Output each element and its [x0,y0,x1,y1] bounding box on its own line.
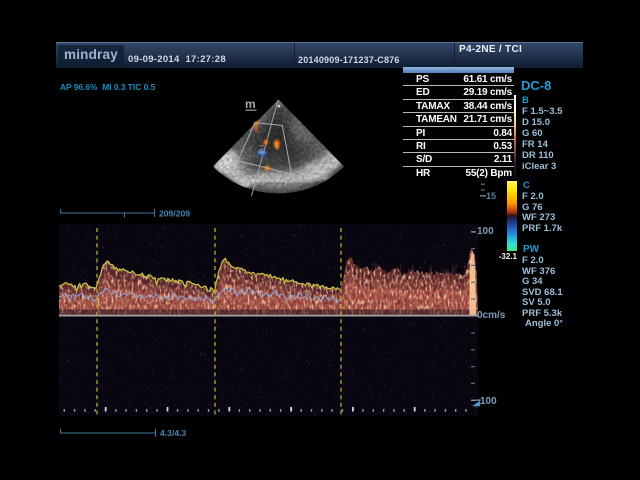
svg-text:m: m [245,97,256,111]
svg-text:4.3/4.3: 4.3/4.3 [160,428,187,438]
svg-text:209/209: 209/209 [159,209,190,219]
